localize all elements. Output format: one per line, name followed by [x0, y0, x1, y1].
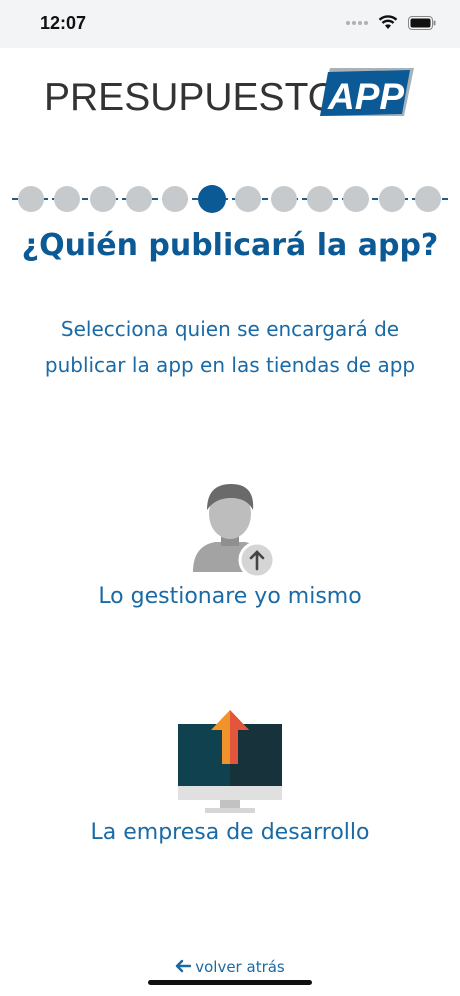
option-self-manage[interactable]: Lo gestionare yo mismo [40, 476, 420, 609]
subtitle-line: Selecciona quien se encargará de [60, 317, 400, 341]
step-dot [307, 186, 333, 212]
arrow-left-icon [176, 959, 192, 973]
back-link[interactable]: volver atrás [0, 958, 460, 976]
page-subtitle: Selecciona quien se encargará de publica… [40, 311, 420, 383]
step-dot [271, 186, 297, 212]
step-dot-current [198, 185, 226, 213]
step-dot [126, 186, 152, 212]
step-dot [235, 186, 261, 212]
logo-text: PRESUPUESTO [44, 76, 339, 119]
step-dot [415, 186, 441, 212]
progress-steps [12, 184, 448, 214]
brand-logo: PRESUPUESTO APP [44, 66, 416, 119]
status-bar: 12:07 [0, 0, 460, 48]
signal-dots-icon [346, 20, 368, 25]
option-label: La empresa de desarrollo [90, 820, 370, 845]
monitor-upload-icon [178, 710, 282, 813]
option-development-company[interactable]: La empresa de desarrollo [40, 708, 420, 845]
step-dot [54, 186, 80, 212]
home-indicator[interactable] [148, 980, 312, 985]
step-dot [90, 186, 116, 212]
step-dot [343, 186, 369, 212]
page-title: ¿Quién publicará la app? [21, 228, 439, 263]
logo-badge-text: APP [328, 76, 405, 117]
subtitle-line: publicar la app en las tiendas de app [44, 353, 416, 377]
step-dot [18, 186, 44, 212]
back-label: volver atrás [195, 958, 285, 976]
battery-icon [408, 15, 436, 30]
option-label: Lo gestionare yo mismo [98, 584, 362, 609]
step-dot [379, 186, 405, 212]
person-upload-icon [193, 484, 276, 579]
status-icons [346, 15, 436, 30]
status-time: 12:07 [40, 13, 87, 33]
wifi-icon [378, 15, 398, 29]
step-dot [162, 186, 188, 212]
